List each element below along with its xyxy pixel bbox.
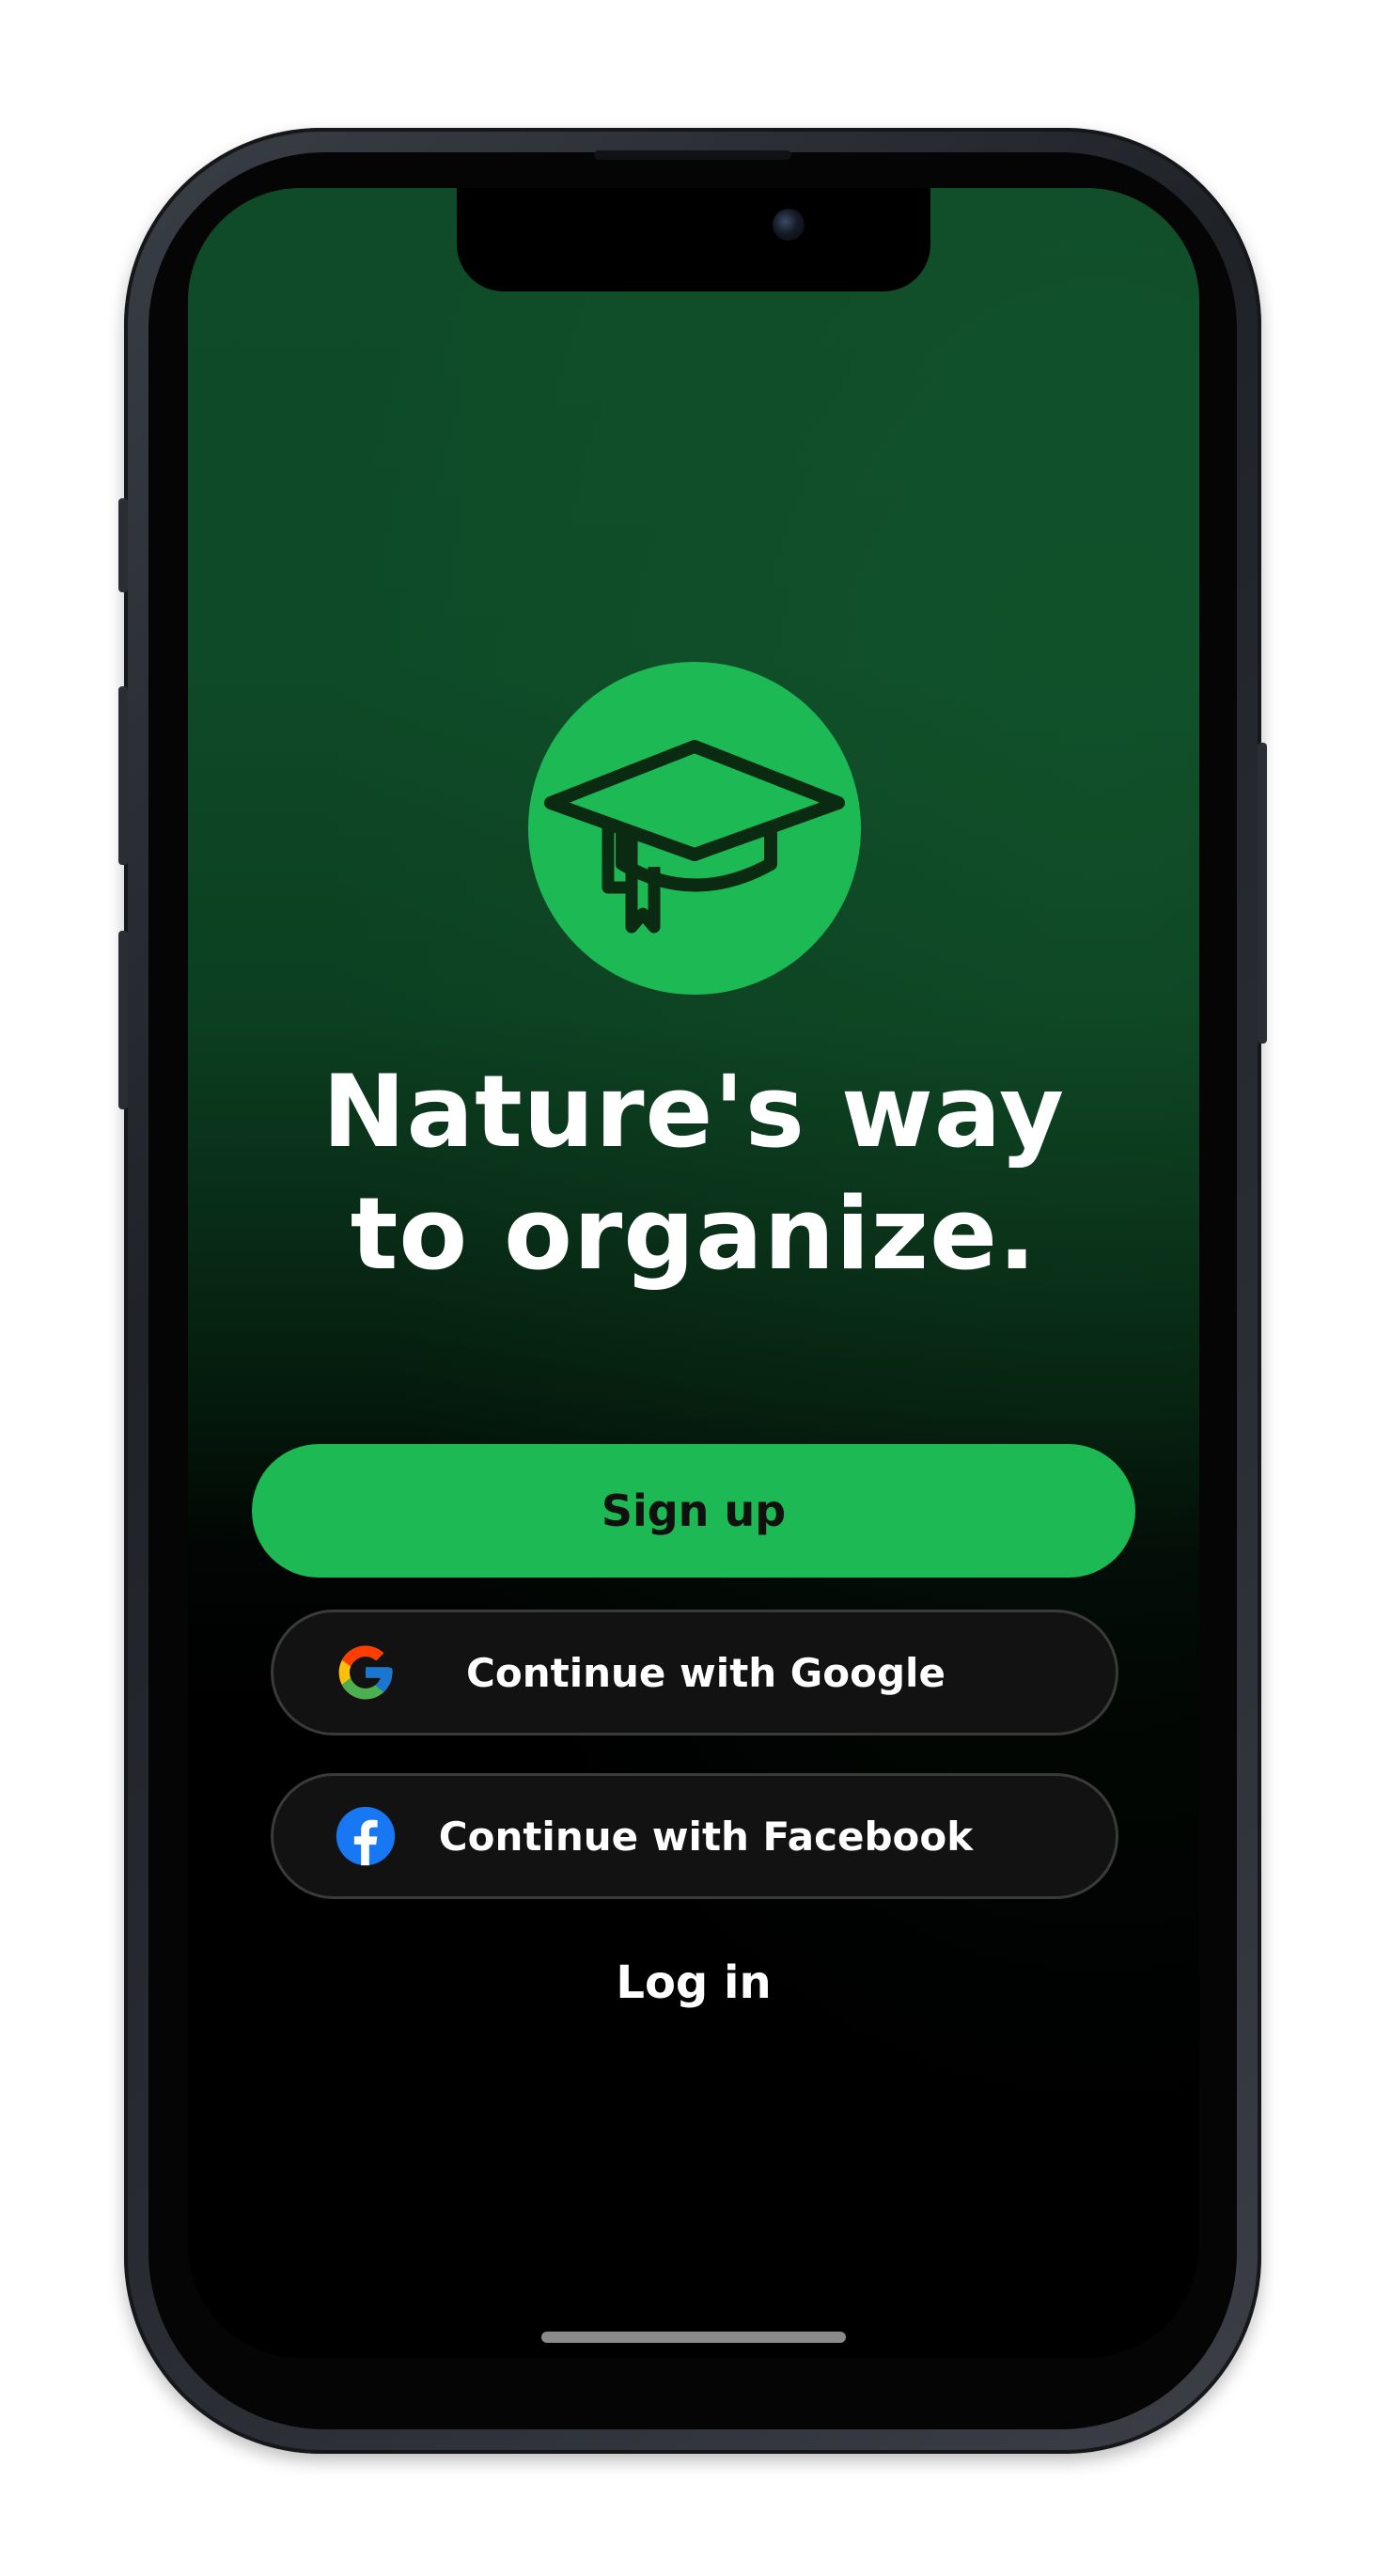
front-camera xyxy=(773,209,805,241)
app-screen: Nature's way to organize. Sign up Contin… xyxy=(188,188,1199,2358)
facebook-button-label: Continue with Facebook xyxy=(438,1813,974,1860)
signup-button[interactable]: Sign up xyxy=(252,1444,1135,1578)
login-link[interactable]: Log in xyxy=(188,1940,1199,2025)
signup-button-label: Sign up xyxy=(601,1485,787,1536)
facebook-icon xyxy=(336,1806,396,1866)
headline-line-2: to organize. xyxy=(350,1176,1038,1292)
phone-volume-down-button xyxy=(118,931,128,1109)
app-logo xyxy=(528,662,861,995)
continue-with-facebook-button[interactable]: Continue with Facebook xyxy=(271,1773,1118,1899)
headline: Nature's way to organize. xyxy=(188,1051,1199,1296)
google-button-label: Continue with Google xyxy=(466,1649,946,1696)
phone-power-button xyxy=(1258,743,1267,1044)
continue-with-google-button[interactable]: Continue with Google xyxy=(271,1610,1118,1736)
headline-line-1: Nature's way xyxy=(321,1054,1066,1170)
home-indicator xyxy=(541,2332,846,2343)
graduation-cap-icon xyxy=(544,740,845,934)
phone-silent-switch xyxy=(118,498,128,592)
phone-speaker xyxy=(594,150,791,160)
phone-volume-up-button xyxy=(118,686,128,865)
notch xyxy=(457,188,930,291)
google-icon xyxy=(338,1645,393,1700)
